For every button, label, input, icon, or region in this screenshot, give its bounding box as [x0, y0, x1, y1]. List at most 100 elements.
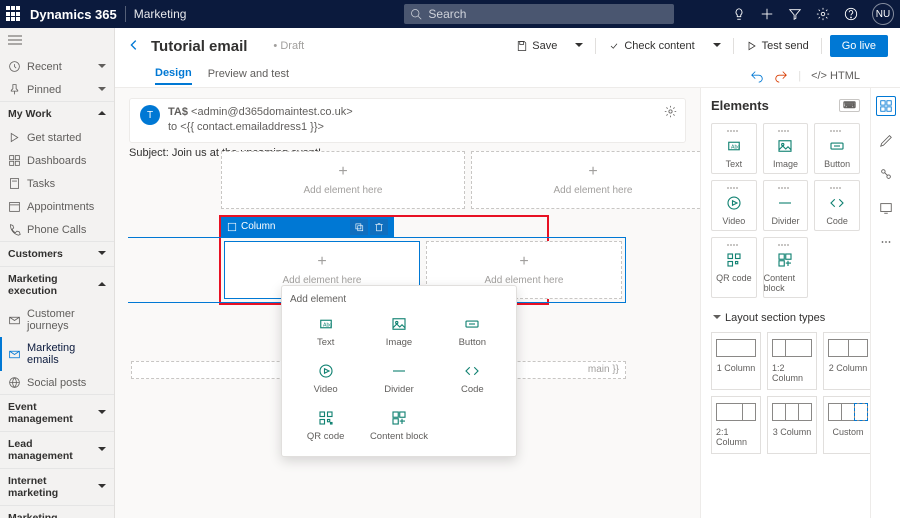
popup-content-block[interactable]: Content block: [363, 403, 434, 448]
right-panel: Elements⌨ AbcText Image Button Video Div…: [700, 88, 900, 518]
chevron-down-icon: [96, 84, 106, 96]
element-content-block[interactable]: Content block: [763, 237, 809, 298]
search-placeholder: Search: [428, 7, 466, 21]
user-avatar[interactable]: NU: [872, 3, 894, 25]
nav-section-customers[interactable]: Customers: [0, 241, 114, 266]
record-title: Tutorial email: [151, 38, 247, 55]
help-icon[interactable]: [844, 7, 858, 21]
element-qr[interactable]: QR code: [711, 237, 757, 298]
popup-text[interactable]: AbcText: [290, 309, 361, 354]
element-text[interactable]: AbcText: [711, 123, 757, 174]
nav-get-started[interactable]: Get started: [0, 126, 114, 149]
nav-appointments[interactable]: Appointments: [0, 195, 114, 218]
global-header: Dynamics 365 Marketing Search NU: [0, 0, 900, 28]
svg-text:Abc: Abc: [731, 144, 740, 150]
popup-divider[interactable]: Divider: [363, 356, 434, 401]
popup-title: Add element: [290, 290, 508, 309]
rail-more[interactable]: [876, 232, 896, 252]
nav-social[interactable]: Social posts: [0, 371, 114, 394]
gear-icon[interactable]: [664, 105, 677, 118]
nav-collapse-button[interactable]: [0, 28, 114, 55]
rail-links[interactable]: [876, 164, 896, 184]
chevron-up-icon: [96, 108, 106, 120]
add-element-popup: Add element AbcText Image Button Video D…: [281, 285, 517, 457]
app-launcher-icon[interactable]: [6, 6, 22, 22]
element-divider[interactable]: Divider: [763, 180, 809, 231]
nav-section-internet[interactable]: Internet marketing: [0, 468, 114, 505]
panel-title: Elements⌨: [711, 98, 860, 113]
search-icon: [410, 8, 422, 20]
plus-icon[interactable]: [760, 7, 774, 21]
global-search[interactable]: Search: [404, 4, 674, 24]
nav-section-event[interactable]: Event management: [0, 394, 114, 431]
layout-3col[interactable]: 3 Column: [767, 396, 817, 454]
delete-button[interactable]: [370, 219, 388, 235]
drop-zone[interactable]: +Add element here: [471, 151, 700, 209]
sender-name: TA$: [168, 106, 188, 118]
chevron-up-icon: [96, 279, 106, 291]
back-button[interactable]: [127, 38, 141, 55]
keyboard-badge: ⌨: [839, 99, 860, 112]
redo-icon[interactable]: [774, 69, 788, 83]
element-video[interactable]: Video: [711, 180, 757, 231]
email-header-card[interactable]: T TA$ <admin@d365domaintest.co.uk> to <{…: [129, 98, 686, 143]
highlight-box: +Add element here +Add element here Colu…: [219, 215, 549, 305]
check-content-button[interactable]: Check content: [604, 37, 698, 55]
layout-21col[interactable]: 2:1 Column: [711, 396, 761, 454]
element-button[interactable]: Button: [814, 123, 860, 174]
chevron-down-icon: [96, 481, 106, 493]
go-live-button[interactable]: Go live: [830, 35, 888, 57]
popup-video[interactable]: Video: [290, 356, 361, 401]
layout-2col[interactable]: 2 Column: [823, 332, 870, 390]
rail-styles[interactable]: [876, 130, 896, 150]
popup-qr[interactable]: QR code: [290, 403, 361, 448]
lightbulb-icon[interactable]: [732, 7, 746, 21]
undo-icon[interactable]: [750, 69, 764, 83]
popup-button[interactable]: Button: [437, 309, 508, 354]
layout-12col[interactable]: 1:2 Column: [767, 332, 817, 390]
save-dropdown[interactable]: [569, 37, 587, 55]
nav-pinned[interactable]: Pinned: [0, 78, 114, 101]
divider: [125, 6, 126, 22]
save-button[interactable]: Save: [512, 37, 561, 55]
sender-address: <admin@d365domaintest.co.uk>: [191, 106, 353, 118]
layouts-title[interactable]: Layout section types: [711, 312, 860, 324]
column-selection-header[interactable]: Column: [221, 217, 394, 237]
html-toggle[interactable]: </> HTML: [811, 70, 860, 82]
gear-icon[interactable]: [816, 7, 830, 21]
brand-label: Dynamics 365: [30, 7, 117, 22]
plus-icon: +: [338, 163, 347, 181]
nav-marketing-emails[interactable]: Marketing emails: [0, 337, 114, 371]
nav-section-marketing-exec[interactable]: Marketing execution: [0, 266, 114, 303]
filter-icon[interactable]: [788, 7, 802, 21]
rail-preview[interactable]: [876, 198, 896, 218]
duplicate-button[interactable]: [350, 219, 368, 235]
layout-1col[interactable]: 1 Column: [711, 332, 761, 390]
nav-recent[interactable]: Recent: [0, 55, 114, 78]
right-tab-rail: [870, 88, 900, 518]
plus-icon: +: [519, 253, 528, 271]
popup-image[interactable]: Image: [363, 309, 434, 354]
element-image[interactable]: Image: [763, 123, 809, 174]
rail-elements[interactable]: [876, 96, 896, 116]
main-region: Tutorial email • Draft Save Check conten…: [115, 28, 900, 518]
chevron-down-icon: [96, 248, 106, 260]
email-canvas: T TA$ <admin@d365domaintest.co.uk> to <{…: [115, 88, 700, 518]
tab-preview[interactable]: Preview and test: [208, 68, 289, 84]
left-nav: Recent Pinned My Work Get started Dashbo…: [0, 28, 115, 518]
nav-tasks[interactable]: Tasks: [0, 172, 114, 195]
drop-zone[interactable]: +Add element here: [221, 151, 465, 209]
nav-section-lead[interactable]: Lead management: [0, 431, 114, 468]
plus-icon: +: [317, 253, 326, 271]
tab-design[interactable]: Design: [155, 67, 192, 85]
nav-customer-journeys[interactable]: Customer journeys: [0, 303, 114, 337]
test-send-button[interactable]: Test send: [742, 37, 813, 55]
element-code[interactable]: Code: [814, 180, 860, 231]
layout-custom[interactable]: Custom: [823, 396, 870, 454]
check-dropdown[interactable]: [707, 37, 725, 55]
nav-phone[interactable]: Phone Calls: [0, 218, 114, 241]
nav-dashboards[interactable]: Dashboards: [0, 149, 114, 172]
nav-section-content[interactable]: Marketing content: [0, 505, 114, 518]
nav-section-mywork[interactable]: My Work: [0, 101, 114, 126]
popup-code[interactable]: Code: [437, 356, 508, 401]
